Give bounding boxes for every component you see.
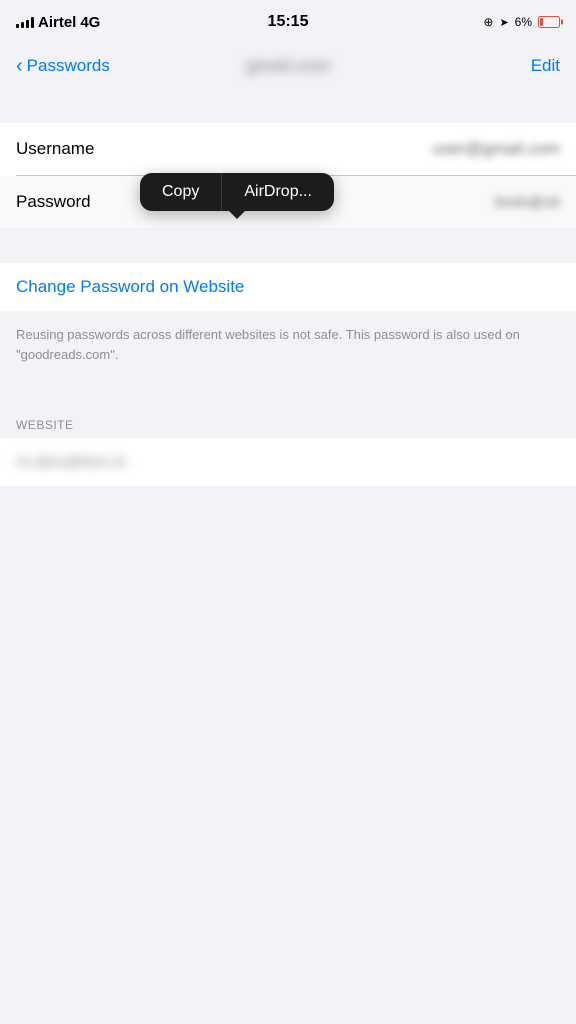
battery-icon — [538, 16, 560, 28]
tooltip-bubble: Copy AirDrop... — [140, 173, 334, 211]
location-icon: ⊕ — [483, 15, 493, 29]
network-type: 4G — [80, 14, 100, 31]
warning-text: Reusing passwords across different websi… — [16, 325, 560, 364]
password-label: Password — [16, 192, 126, 212]
airdrop-button[interactable]: AirDrop... — [222, 173, 334, 211]
signal-icon — [16, 16, 34, 28]
website-section-header: WEBSITE — [0, 410, 576, 438]
change-password-button[interactable]: Change Password on Website — [0, 263, 576, 311]
form-section: Username user@gmail.com Copy AirDrop... … — [0, 123, 576, 228]
change-password-section: Change Password on Website Reusing passw… — [0, 263, 576, 380]
chevron-left-icon: ‹ — [16, 55, 23, 78]
back-label: Passwords — [27, 56, 110, 76]
carrier-info: Airtel 4G — [16, 14, 100, 31]
bottom-spacer — [0, 486, 576, 786]
tooltip-arrow — [228, 210, 246, 219]
nav-title: gmail.com — [246, 56, 330, 76]
status-right-icons: ⊕ ➤ 6% — [483, 15, 560, 29]
username-row: Username user@gmail.com Copy AirDrop... — [0, 123, 576, 175]
navigation-icon: ➤ — [499, 16, 508, 29]
status-bar: Airtel 4G 15:15 ⊕ ➤ 6% — [0, 0, 576, 44]
website-section: WEBSITE m.decathlon.in — [0, 410, 576, 486]
warning-section: Reusing passwords across different websi… — [0, 311, 576, 380]
website-value: m.decathlon.in — [16, 452, 127, 471]
edit-button[interactable]: Edit — [531, 56, 560, 76]
nav-bar: ‹ Passwords gmail.com Edit — [0, 44, 576, 88]
website-row[interactable]: m.decathlon.in — [0, 438, 576, 486]
top-spacer — [0, 88, 576, 123]
battery-percent: 6% — [515, 15, 532, 29]
carrier-name: Airtel — [38, 14, 76, 31]
username-label: Username — [16, 139, 126, 159]
context-menu-tooltip: Copy AirDrop... — [140, 173, 334, 211]
username-value: user@gmail.com — [126, 139, 560, 159]
copy-button[interactable]: Copy — [140, 173, 222, 211]
status-time: 15:15 — [268, 13, 309, 31]
back-button[interactable]: ‹ Passwords — [16, 55, 110, 78]
